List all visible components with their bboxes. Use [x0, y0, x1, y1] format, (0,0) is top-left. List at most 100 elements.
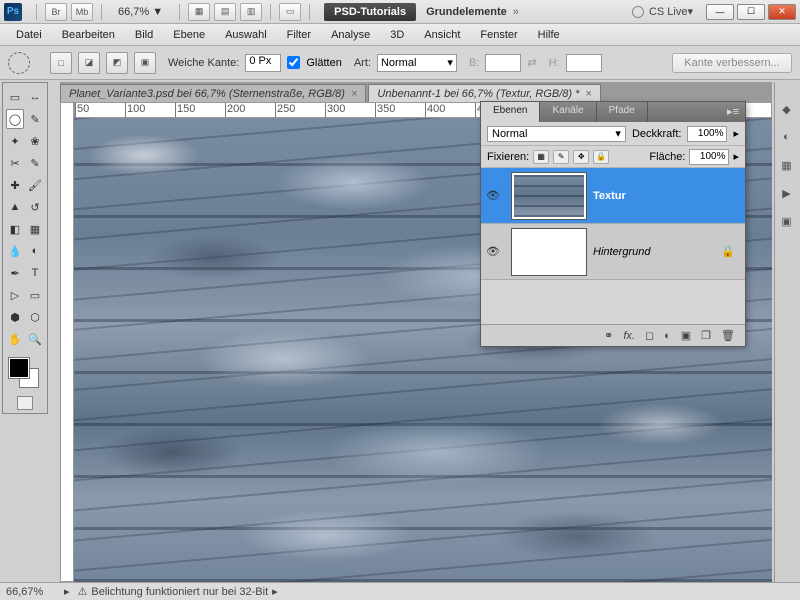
maximize-button[interactable]: ☐ — [737, 4, 765, 20]
eraser-tool[interactable]: ◧ — [6, 219, 24, 239]
lock-all-button[interactable]: 🔒 — [593, 150, 609, 164]
foreground-color[interactable] — [9, 358, 29, 378]
marquee-tool[interactable]: ◯ — [6, 109, 24, 129]
gradient-tool[interactable]: ▦ — [26, 219, 44, 239]
workspace-psdtutorials[interactable]: PSD-Tutorials — [324, 3, 416, 21]
lock-position-button[interactable]: ✥ — [573, 150, 589, 164]
history-brush-tool[interactable]: ↺ — [26, 197, 44, 217]
status-info[interactable]: ⚠ Belichtung funktioniert nur bei 32-Bit… — [78, 585, 278, 598]
close-icon[interactable]: × — [585, 88, 591, 100]
doc-tab-1[interactable]: Planet_Variante3.psd bei 66,7% (Sternens… — [60, 84, 366, 102]
styles-dock-icon[interactable]: ▦ — [778, 156, 796, 174]
type-tool[interactable]: T — [26, 263, 44, 283]
menu-hilfe[interactable]: Hilfe — [528, 26, 570, 44]
menu-datei[interactable]: Datei — [6, 26, 52, 44]
visibility-icon[interactable]: 👁 — [481, 245, 505, 258]
history-dock-icon[interactable]: ▶ — [778, 184, 796, 202]
doc-tab-2[interactable]: Unbenannt-1 bei 66,7% (Textur, RGB/8) *× — [368, 84, 600, 102]
current-tool-icon[interactable] — [8, 52, 30, 74]
workspace-more-icon[interactable]: » — [513, 6, 519, 18]
cs-live-button[interactable]: CS Live ▾ — [632, 5, 693, 18]
dodge-tool[interactable]: ◐ — [26, 241, 44, 261]
menu-fenster[interactable]: Fenster — [470, 26, 527, 44]
selection-intersect-button[interactable]: ▣ — [134, 52, 156, 74]
fill-input[interactable]: 100% — [689, 149, 729, 165]
menu-ebene[interactable]: Ebene — [163, 26, 215, 44]
3d-tool[interactable]: ⬢ — [6, 307, 24, 327]
menu-bearbeiten[interactable]: Bearbeiten — [52, 26, 125, 44]
panel-menu-icon[interactable]: ▸≡ — [721, 102, 745, 122]
actions-dock-icon[interactable]: ▣ — [778, 212, 796, 230]
menu-analyse[interactable]: Analyse — [321, 26, 380, 44]
close-button[interactable]: ✕ — [768, 4, 796, 20]
color-swatch[interactable] — [5, 356, 45, 392]
view-extras-button[interactable]: ▦ — [188, 3, 210, 21]
delete-layer-button[interactable]: 🗑 — [721, 329, 735, 342]
heal-tool[interactable]: ✚ — [6, 175, 24, 195]
move-tool[interactable]: ▭ — [6, 87, 24, 107]
layers-dock-icon[interactable]: ◆ — [778, 100, 796, 118]
brush-tool[interactable]: 🖌 — [26, 175, 44, 195]
layer-name[interactable]: Textur — [593, 190, 745, 202]
status-zoom[interactable]: 66,67% — [6, 586, 56, 598]
link-layers-button[interactable]: ⚭ — [604, 329, 613, 342]
antialias-checkbox[interactable] — [287, 56, 300, 69]
layer-fx-button[interactable]: fx. — [623, 330, 635, 342]
panel-tab-pfade[interactable]: Pfade — [597, 102, 648, 122]
layer-name[interactable]: Hintergrund — [593, 246, 721, 258]
zoom-tool[interactable]: 🔍 — [26, 329, 44, 349]
adjustments-dock-icon[interactable]: ◐ — [778, 128, 796, 146]
layer-row-hintergrund[interactable]: 👁 Hintergrund 🔒 — [481, 224, 745, 280]
feather-input[interactable]: 0 Px — [245, 54, 281, 72]
lock-pixels-button[interactable]: ✎ — [553, 150, 569, 164]
blend-mode-select[interactable]: Normal▾ — [487, 126, 626, 142]
close-icon[interactable]: × — [351, 88, 357, 100]
selection-add-button[interactable]: ◪ — [78, 52, 100, 74]
blur-tool[interactable]: 💧 — [6, 241, 24, 261]
stamp-tool[interactable]: ▲ — [6, 197, 24, 217]
layer-thumbnail[interactable] — [511, 172, 587, 220]
new-layer-button[interactable]: ❐ — [701, 329, 711, 342]
lock-transparency-button[interactable]: ▦ — [533, 150, 549, 164]
layer-mask-button[interactable]: ◻ — [645, 329, 654, 342]
menu-auswahl[interactable]: Auswahl — [215, 26, 277, 44]
eyedropper-tool[interactable]: ✎ — [26, 153, 44, 173]
workspace-grundelemente[interactable]: Grundelemente — [426, 6, 507, 18]
screen-mode-button[interactable]: ▭ — [279, 3, 301, 21]
3d-camera-tool[interactable]: ⬡ — [26, 307, 44, 327]
layer-group-button[interactable]: ▣ — [681, 329, 691, 342]
refine-edge-button[interactable]: Kante verbessern... — [672, 53, 792, 73]
layer-row-textur[interactable]: 👁 Textur — [481, 168, 745, 224]
pen-tool[interactable]: ✒ — [6, 263, 24, 283]
selection-new-button[interactable]: □ — [50, 52, 72, 74]
crop-tool[interactable]: ✂ — [6, 153, 24, 173]
layer-thumbnail[interactable] — [511, 228, 587, 276]
opacity-input[interactable]: 100% — [687, 126, 727, 142]
minimize-button[interactable]: — — [706, 4, 734, 20]
fill-arrow-icon[interactable]: ▸ — [733, 150, 739, 163]
view-guides-button[interactable]: ▥ — [240, 3, 262, 21]
opacity-arrow-icon[interactable]: ▸ — [733, 127, 739, 140]
hand-tool[interactable]: ✋ — [6, 329, 24, 349]
ruler-vertical[interactable] — [60, 102, 74, 582]
menu-3d[interactable]: 3D — [380, 26, 414, 44]
path-select-tool[interactable]: ▷ — [6, 285, 24, 305]
quickselect-tool[interactable]: ❀ — [26, 131, 44, 151]
menu-bild[interactable]: Bild — [125, 26, 163, 44]
wand-tool[interactable]: ✦ — [6, 131, 24, 151]
minibridge-button[interactable]: Mb — [71, 3, 93, 21]
visibility-icon[interactable]: 👁 — [481, 189, 505, 202]
menu-filter[interactable]: Filter — [277, 26, 321, 44]
move-anchor-tool[interactable]: ↔ — [26, 87, 44, 107]
style-select[interactable]: Normal▾ — [377, 54, 457, 72]
zoom-level[interactable]: 66,7% ▼ — [118, 6, 163, 18]
panel-tab-ebenen[interactable]: Ebenen — [481, 102, 540, 122]
shape-tool[interactable]: ▭ — [26, 285, 44, 305]
bridge-button[interactable]: Br — [45, 3, 67, 21]
quickmask-button[interactable] — [17, 396, 33, 410]
panel-tab-kanaele[interactable]: Kanäle — [540, 102, 596, 122]
menu-ansicht[interactable]: Ansicht — [414, 26, 470, 44]
lasso-tool[interactable]: ✎ — [26, 109, 44, 129]
selection-subtract-button[interactable]: ◩ — [106, 52, 128, 74]
view-rulers-button[interactable]: ▤ — [214, 3, 236, 21]
